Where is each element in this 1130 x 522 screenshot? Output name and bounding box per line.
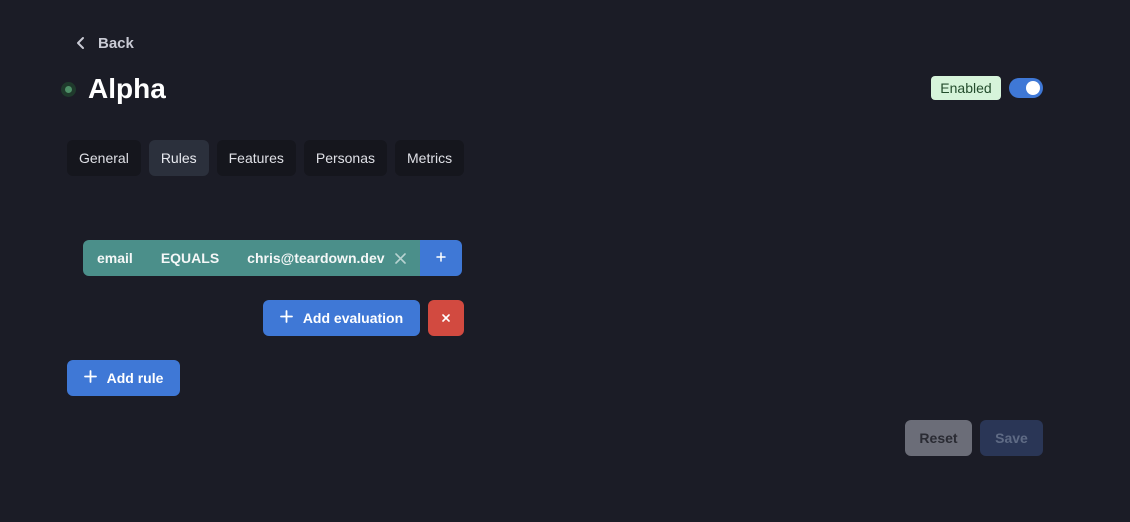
status-badge: Enabled <box>931 76 1001 100</box>
tab-bar: General Rules Features Personas Metrics <box>67 140 465 176</box>
page: Back Alpha Enabled General Rules Feature… <box>0 0 1130 522</box>
reset-button[interactable]: Reset <box>905 420 972 456</box>
plus-icon <box>83 370 97 386</box>
rule-operator: EQUALS <box>160 250 220 266</box>
tab-general[interactable]: General <box>67 140 141 176</box>
back-label: Back <box>98 34 134 52</box>
enabled-toggle[interactable] <box>1009 78 1043 98</box>
tab-features[interactable]: Features <box>216 140 296 176</box>
plus-icon <box>279 310 293 326</box>
close-icon <box>442 309 450 327</box>
back-link[interactable]: Back <box>76 32 134 54</box>
title-row: Alpha <box>61 72 166 106</box>
rule-field: email <box>97 250 133 266</box>
toggle-knob <box>1026 81 1040 95</box>
rule-value: chris@teardown.dev <box>247 250 385 266</box>
delete-rule-button[interactable] <box>428 300 464 336</box>
rule-condition-body[interactable]: email EQUALS chris@teardown.dev <box>83 240 420 276</box>
save-button[interactable]: Save <box>980 420 1043 456</box>
tab-metrics[interactable]: Metrics <box>395 140 465 176</box>
add-condition-button[interactable] <box>419 240 462 276</box>
add-evaluation-label: Add evaluation <box>302 310 404 326</box>
chevron-left-icon <box>76 36 86 50</box>
tab-rules[interactable]: Rules <box>148 140 209 176</box>
add-rule-button[interactable]: Add rule <box>67 360 180 396</box>
tab-personas[interactable]: Personas <box>303 140 388 176</box>
close-icon[interactable] <box>394 252 406 264</box>
add-evaluation-button[interactable]: Add evaluation <box>263 300 420 336</box>
rule-condition: email EQUALS chris@teardown.dev <box>83 240 462 276</box>
plus-icon <box>435 249 446 267</box>
page-title: Alpha <box>88 73 166 104</box>
status-dot-icon <box>61 81 76 97</box>
add-rule-label: Add rule <box>106 370 164 386</box>
